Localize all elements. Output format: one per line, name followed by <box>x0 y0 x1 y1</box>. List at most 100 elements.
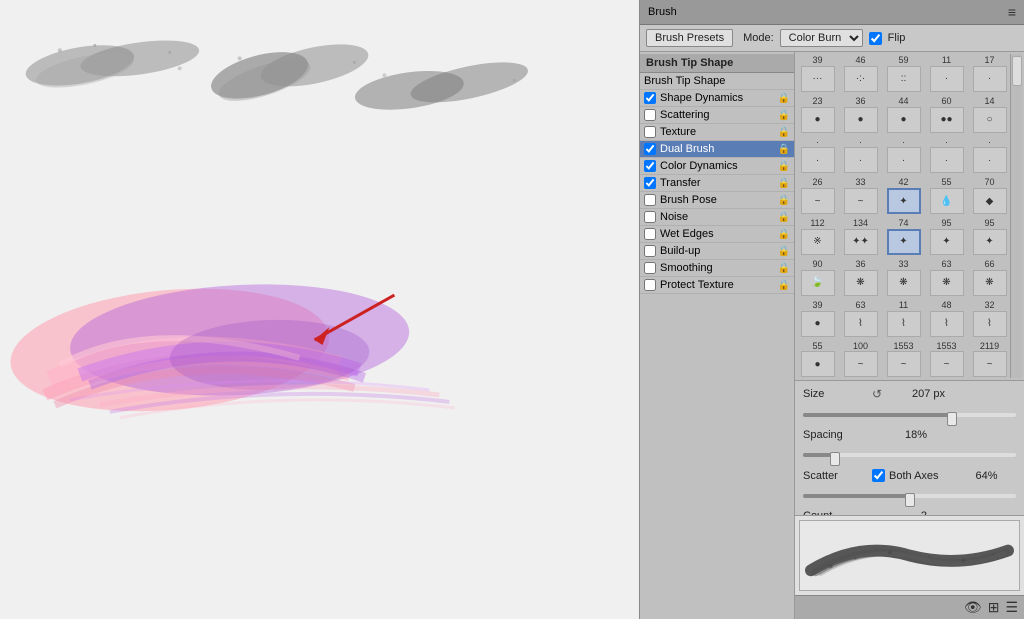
brush-option-protect-texture[interactable]: Protect Texture🔒 <box>640 277 794 294</box>
layers-icon[interactable]: ⊞ <box>988 599 1000 616</box>
preset-item-8[interactable]: 60●● <box>926 95 967 134</box>
eye-icon[interactable]: 👁 <box>964 599 982 616</box>
option-checkbox[interactable] <box>644 262 656 274</box>
preset-item-34[interactable]: 32⌇ <box>969 299 1010 338</box>
spacing-value: 18% <box>872 429 927 441</box>
option-checkbox[interactable] <box>644 109 656 121</box>
scatter-both-axes-label: Both Axes <box>889 470 939 482</box>
preset-item-27[interactable]: 33❋ <box>883 258 924 297</box>
preset-item-5[interactable]: 23● <box>797 95 838 134</box>
preset-item-24[interactable]: 95✦ <box>969 217 1010 256</box>
option-checkbox[interactable] <box>644 228 656 240</box>
preset-item-19[interactable]: 70◆ <box>969 176 1010 215</box>
option-checkbox[interactable] <box>644 177 656 189</box>
flip-checkbox[interactable] <box>869 32 882 45</box>
preset-num-25: 90 <box>812 259 822 270</box>
preset-item-17[interactable]: 42✦ <box>883 176 924 215</box>
brush-option-color-dynamics[interactable]: Color Dynamics🔒 <box>640 158 794 175</box>
preset-item-31[interactable]: 63⌇ <box>840 299 881 338</box>
preset-item-13[interactable]: ·· <box>926 136 967 175</box>
preset-scrollbar[interactable] <box>1010 54 1022 378</box>
brush-option-build-up[interactable]: Build-up🔒 <box>640 243 794 260</box>
option-checkbox[interactable] <box>644 211 656 223</box>
preset-item-10[interactable]: ·· <box>797 136 838 175</box>
spacing-slider-thumb[interactable] <box>830 452 840 466</box>
preset-item-39[interactable]: 2119~ <box>969 340 1010 379</box>
brush-option-texture[interactable]: Texture🔒 <box>640 124 794 141</box>
option-checkbox[interactable] <box>644 143 656 155</box>
option-checkbox[interactable] <box>644 245 656 257</box>
option-checkbox[interactable] <box>644 160 656 172</box>
scatter-slider-thumb[interactable] <box>905 493 915 507</box>
size-reset-icon[interactable]: ↺ <box>872 387 886 401</box>
option-checkbox[interactable] <box>644 92 656 104</box>
menu-bottom-icon[interactable]: ☰ <box>1005 599 1018 616</box>
brush-option-brush-pose[interactable]: Brush Pose🔒 <box>640 192 794 209</box>
brush-option-transfer[interactable]: Transfer🔒 <box>640 175 794 192</box>
scatter-both-axes-checkbox[interactable] <box>872 469 885 482</box>
preset-item-9[interactable]: 14○ <box>969 95 1010 134</box>
brush-option-brush-tip-shape[interactable]: Brush Tip Shape <box>640 73 794 90</box>
preset-img-27: ❋ <box>887 270 921 296</box>
preset-item-26[interactable]: 36❋ <box>840 258 881 297</box>
size-slider-thumb[interactable] <box>947 412 957 426</box>
brush-option-scattering[interactable]: Scattering🔒 <box>640 107 794 124</box>
brush-properties: Size ↺ 207 px Spacing 18% <box>795 381 1024 515</box>
preset-item-28[interactable]: 63❋ <box>926 258 967 297</box>
preset-item-4[interactable]: 17· <box>969 54 1010 93</box>
brush-option-wet-edges[interactable]: Wet Edges🔒 <box>640 226 794 243</box>
preset-item-11[interactable]: ·· <box>840 136 881 175</box>
preset-item-2[interactable]: 59:: <box>883 54 924 93</box>
preset-img-24: ✦ <box>973 229 1007 255</box>
preset-item-35[interactable]: 55● <box>797 340 838 379</box>
preset-item-12[interactable]: ·· <box>883 136 924 175</box>
preset-img-29: ❋ <box>973 270 1007 296</box>
option-checkbox[interactable] <box>644 279 656 291</box>
preset-item-1[interactable]: 46·:· <box>840 54 881 93</box>
preset-item-22[interactable]: 74✦ <box>883 217 924 256</box>
option-label: Shape Dynamics <box>660 92 774 104</box>
preset-item-16[interactable]: 33~ <box>840 176 881 215</box>
brush-presets-button[interactable]: Brush Presets <box>646 29 733 47</box>
preset-num-23: 95 <box>941 218 951 229</box>
mode-select[interactable]: Color Burn Normal Multiply Screen <box>780 29 863 47</box>
preset-img-33: ⌇ <box>930 311 964 337</box>
preset-num-11: · <box>859 137 862 148</box>
preset-img-11: · <box>844 147 878 173</box>
preset-item-30[interactable]: 39● <box>797 299 838 338</box>
preset-item-29[interactable]: 66❋ <box>969 258 1010 297</box>
preset-item-25[interactable]: 90🍃 <box>797 258 838 297</box>
preset-item-37[interactable]: 1553~ <box>883 340 924 379</box>
preset-item-23[interactable]: 95✦ <box>926 217 967 256</box>
preset-item-7[interactable]: 44● <box>883 95 924 134</box>
preset-item-32[interactable]: 11⌇ <box>883 299 924 338</box>
option-checkbox[interactable] <box>644 194 656 206</box>
preset-item-38[interactable]: 1553~ <box>926 340 967 379</box>
brush-option-shape-dynamics[interactable]: Shape Dynamics🔒 <box>640 90 794 107</box>
preset-item-0[interactable]: 39··· <box>797 54 838 93</box>
option-checkbox[interactable] <box>644 126 656 138</box>
scrollbar-thumb[interactable] <box>1012 56 1022 86</box>
preset-item-33[interactable]: 48⌇ <box>926 299 967 338</box>
preset-num-20: 112 <box>810 218 824 229</box>
panel-header: Brush ≡ <box>640 0 1024 25</box>
option-label: Wet Edges <box>660 228 774 240</box>
brush-option-dual-brush[interactable]: Dual Brush🔒 <box>640 141 794 158</box>
brush-tip-shape-header[interactable]: Brush Tip Shape <box>640 54 794 73</box>
panel-menu-icon[interactable]: ≡ <box>1008 4 1016 20</box>
preset-num-22: 74 <box>898 218 908 229</box>
preset-item-21[interactable]: 134✦✦ <box>840 217 881 256</box>
preset-item-20[interactable]: 112※ <box>797 217 838 256</box>
scatter-value: 64% <box>943 470 998 482</box>
preset-item-3[interactable]: 11· <box>926 54 967 93</box>
brush-preview <box>795 515 1024 595</box>
preset-img-3: · <box>930 66 964 92</box>
preset-item-15[interactable]: 26~ <box>797 176 838 215</box>
brush-option-smoothing[interactable]: Smoothing🔒 <box>640 260 794 277</box>
brush-option-noise[interactable]: Noise🔒 <box>640 209 794 226</box>
preset-item-36[interactable]: 100~ <box>840 340 881 379</box>
preset-item-18[interactable]: 55💧 <box>926 176 967 215</box>
preset-item-6[interactable]: 36● <box>840 95 881 134</box>
preset-item-14[interactable]: ·· <box>969 136 1010 175</box>
preset-num-1: 46 <box>855 55 865 66</box>
